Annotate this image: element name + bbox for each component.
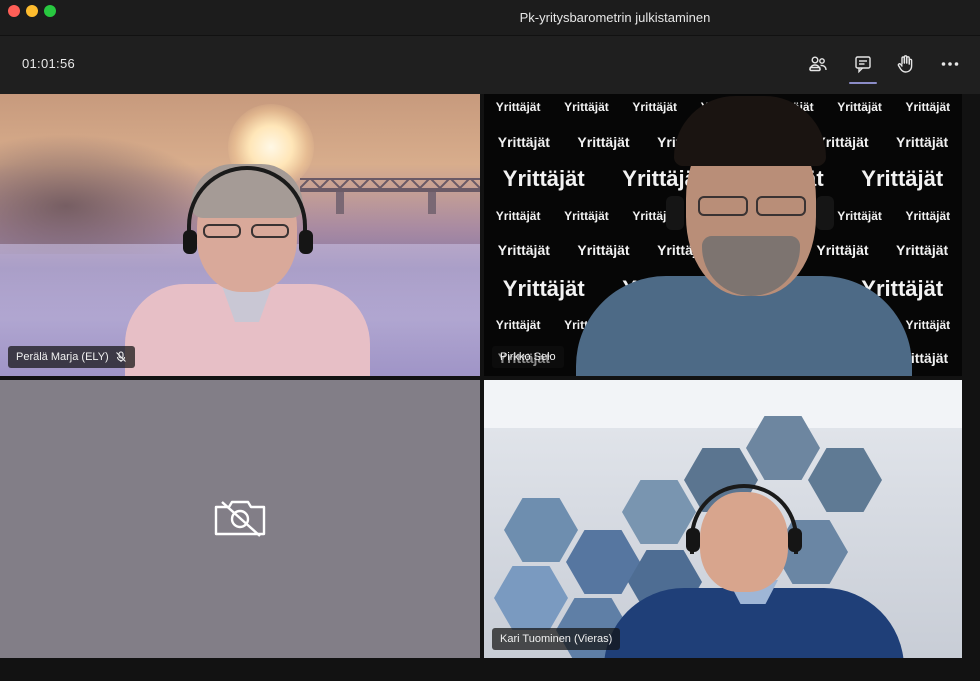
participant-name: Kari Tuominen (Vieras) bbox=[500, 633, 613, 645]
meeting-timer: 01:01:56 bbox=[22, 56, 76, 71]
people-button[interactable] bbox=[804, 50, 832, 78]
window-titlebar: Pk-yritysbarometrin julkistaminen bbox=[0, 0, 980, 36]
participant-name-tag: Pirkko Selo bbox=[492, 346, 564, 368]
participant-figure bbox=[576, 96, 916, 376]
more-options-button[interactable] bbox=[936, 50, 964, 78]
participant-figure bbox=[604, 480, 904, 658]
participant-video-tile[interactable]: Perälä Marja (ELY) bbox=[0, 94, 480, 376]
backdrop-brand-logo: Yrittäjät bbox=[502, 166, 585, 191]
background-hexagon bbox=[504, 498, 578, 562]
hand-icon bbox=[897, 55, 913, 73]
raise-hand-button[interactable] bbox=[891, 50, 919, 78]
participant-video-tile[interactable] bbox=[0, 380, 480, 658]
backdrop-brand-logo: Yrittäjät bbox=[497, 242, 550, 258]
backdrop-brand-logo: Yrittäjät bbox=[502, 276, 585, 301]
participant-figure bbox=[125, 164, 375, 376]
camera-off-icon bbox=[214, 500, 266, 537]
background-ceiling bbox=[484, 380, 962, 428]
more-icon bbox=[941, 62, 959, 66]
mic-muted-icon bbox=[115, 351, 126, 362]
backdrop-brand-logo: Yrittäjät bbox=[495, 100, 541, 114]
participant-name: Pirkko Selo bbox=[500, 351, 556, 363]
people-icon bbox=[809, 56, 827, 72]
video-stage: Perälä Marja (ELY) Yrittäjät Yrittäjät Y… bbox=[0, 94, 980, 681]
background-hexagon bbox=[494, 566, 568, 630]
participant-video-tile[interactable]: Yrittäjät Yrittäjät Yrittäjät Yrittäjät … bbox=[484, 94, 962, 376]
chat-button[interactable] bbox=[849, 50, 877, 84]
participant-name: Perälä Marja (ELY) bbox=[16, 351, 109, 363]
backdrop-brand-logo: Yrittäjät bbox=[495, 318, 541, 332]
participant-video-tile[interactable]: Kari Tuominen (Vieras) bbox=[484, 380, 962, 658]
chat-icon bbox=[855, 56, 871, 74]
participant-name-tag: Kari Tuominen (Vieras) bbox=[492, 628, 621, 650]
backdrop-brand-logo: Yrittäjät bbox=[495, 209, 541, 223]
backdrop-brand-logo: Yrittäjät bbox=[497, 134, 550, 150]
window-title: Pk-yritysbarometrin julkistaminen bbox=[519, 10, 711, 25]
participant-name-tag: Perälä Marja (ELY) bbox=[8, 346, 135, 368]
meeting-toolbar: 01:01:56 bbox=[0, 36, 980, 92]
